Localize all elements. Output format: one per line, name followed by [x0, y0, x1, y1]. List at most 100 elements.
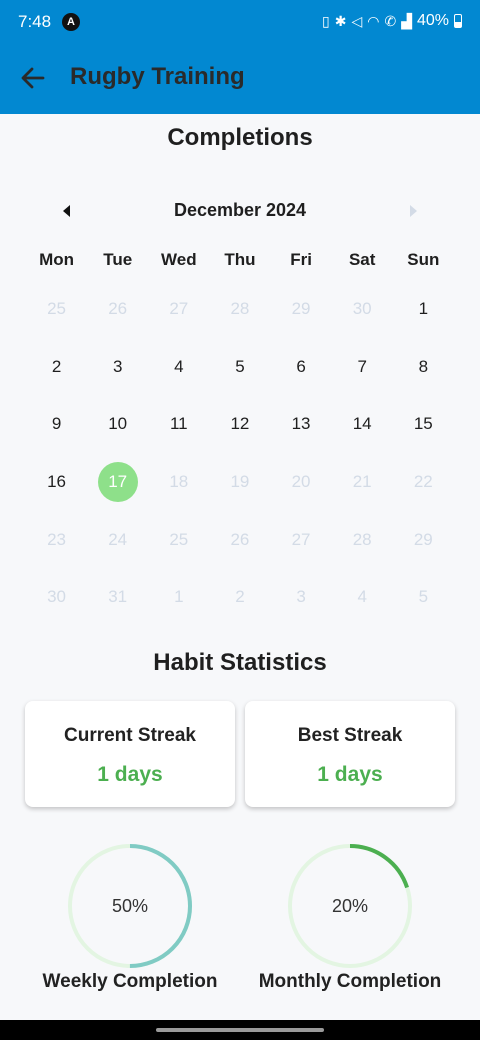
- monthly-percent: 20%: [331, 895, 369, 916]
- calendar-day[interactable]: 9: [26, 395, 87, 453]
- calendar-day-number: 13: [291, 414, 311, 434]
- calendar-day[interactable]: 12: [209, 395, 270, 453]
- calendar-day-number: 1: [418, 298, 429, 318]
- calendar-day-number: 8: [418, 356, 429, 376]
- calendar-day-today[interactable]: 17: [87, 453, 148, 511]
- calendar-day-number: 2: [51, 356, 62, 376]
- calendar-day[interactable]: 29: [271, 280, 332, 338]
- vibrate-icon: ▯: [322, 12, 330, 29]
- calendar-day[interactable]: 3: [87, 338, 148, 396]
- calendar-day-number: 11: [169, 414, 188, 434]
- calendar-day-number: 18: [169, 471, 189, 491]
- calendar-day[interactable]: 29: [393, 511, 454, 569]
- calendar-day[interactable]: 26: [87, 280, 148, 338]
- calendar-day[interactable]: 20: [271, 453, 332, 511]
- calendar-day-number: 1: [174, 587, 184, 607]
- calendar-day[interactable]: 19: [209, 453, 270, 511]
- calendar-day[interactable]: 30: [26, 568, 87, 626]
- calendar-day[interactable]: 4: [332, 568, 393, 626]
- calendar-week-row: 9 10 11 12 13 14 15: [26, 395, 454, 453]
- monthly-completion-ring: 20%: [286, 842, 414, 970]
- calendar-day-number: 3: [296, 587, 306, 607]
- calendar-day[interactable]: 4: [148, 338, 209, 396]
- calendar-day[interactable]: 1: [393, 280, 454, 338]
- calendar-day-number: 6: [296, 356, 306, 376]
- weekly-completion-ring: 50%: [66, 842, 194, 970]
- calendar-day[interactable]: 18: [148, 453, 209, 511]
- calendar-day[interactable]: 30: [332, 280, 393, 338]
- calendar-week-row: 2 3 4 5 6 7 8: [26, 338, 454, 396]
- calendar-day-number: 10: [108, 414, 128, 434]
- calendar-day[interactable]: 13: [271, 395, 332, 453]
- calendar-day-number: 26: [108, 298, 128, 318]
- calendar-grid: 25 26 27 28 29 30 1 2 3 4 5 6 7 8 9 10 11 12 13 14 15 16 17 18 1…: [26, 280, 454, 626]
- home-gesture-handle[interactable]: [156, 1028, 324, 1032]
- calendar-day[interactable]: 24: [87, 511, 148, 569]
- arrow-back-icon[interactable]: [14, 59, 52, 97]
- calendar-day[interactable]: 28: [332, 511, 393, 569]
- calendar-day-number: 27: [169, 298, 189, 318]
- weekday-label: Fri: [290, 250, 312, 269]
- calendar-day-number: 27: [291, 529, 311, 549]
- weekday-row: Mon Tue Wed Thu Fri Sat Sun: [26, 250, 454, 270]
- current-streak-value: 1 days: [97, 763, 163, 786]
- calendar-day-number: 4: [357, 587, 367, 607]
- chevron-right-icon[interactable]: [402, 200, 424, 222]
- status-time: 7:48: [18, 12, 52, 31]
- calendar-day[interactable]: 2: [209, 568, 270, 626]
- wifi-icon: ◠: [367, 12, 380, 29]
- calendar-week-row: 30 31 1 2 3 4 5: [26, 568, 454, 626]
- calendar-week-row: 25 26 27 28 29 30 1: [26, 280, 454, 338]
- calendar-day-number: 9: [51, 414, 62, 434]
- calendar-day[interactable]: 11: [148, 395, 209, 453]
- calendar-day-number: 19: [230, 471, 250, 491]
- calendar-day-number: 25: [47, 298, 67, 318]
- mute-icon: ◁: [351, 12, 363, 29]
- calendar-day[interactable]: 3: [271, 568, 332, 626]
- calendar-day-number: 29: [413, 529, 433, 549]
- calendar-day[interactable]: 8: [393, 338, 454, 396]
- calendar-day[interactable]: 10: [87, 395, 148, 453]
- calendar-day-number: 23: [47, 529, 67, 549]
- calendar-day[interactable]: 2: [26, 338, 87, 396]
- calendar-day-number: 25: [169, 529, 189, 549]
- calendar-day[interactable]: 27: [271, 511, 332, 569]
- calendar-day[interactable]: 15: [393, 395, 454, 453]
- system-nav-bar: [0, 1020, 480, 1040]
- page-title: Rugby Training: [70, 63, 245, 90]
- calendar-day[interactable]: 25: [148, 511, 209, 569]
- app-bar: Rugby Training: [0, 44, 480, 114]
- calendar-week-row: 16 17 18 19 20 21 22: [26, 453, 454, 511]
- calendar-day-number: 30: [47, 587, 67, 607]
- calendar-day[interactable]: 23: [26, 511, 87, 569]
- calendar-day[interactable]: 1: [148, 568, 209, 626]
- calendar-day-number: 12: [230, 414, 250, 434]
- calendar-day[interactable]: 28: [209, 280, 270, 338]
- weekly-completion-label: Weekly Completion: [42, 971, 218, 992]
- calendar-day-number: 22: [413, 471, 433, 491]
- calendar-day[interactable]: 7: [332, 338, 393, 396]
- calendar-day[interactable]: 31: [87, 568, 148, 626]
- calendar-day[interactable]: 14: [332, 395, 393, 453]
- calendar-day[interactable]: 6: [271, 338, 332, 396]
- calendar-day-number: 20: [291, 471, 311, 491]
- calendar-day-number: 4: [174, 356, 184, 376]
- current-streak-card: Current Streak 1 days: [25, 701, 235, 807]
- calendar-day[interactable]: 5: [209, 338, 270, 396]
- weekday-label: Thu: [224, 250, 256, 269]
- status-icons: ▯ ✱ ◁ ◠ ✆ ▟ 40%: [322, 12, 462, 30]
- calendar-day[interactable]: 26: [209, 511, 270, 569]
- calendar-day[interactable]: 25: [26, 280, 87, 338]
- completions-title: Completions: [167, 124, 313, 151]
- calendar-day[interactable]: 21: [332, 453, 393, 511]
- best-streak-label: Best Streak: [297, 725, 403, 746]
- weekday-label: Mon: [39, 250, 75, 269]
- battery-percent: 40%: [416, 12, 449, 29]
- calendar-day[interactable]: 5: [393, 568, 454, 626]
- calendar-day[interactable]: 22: [393, 453, 454, 511]
- weekday-label: Sat: [348, 250, 376, 269]
- weekday-label: Tue: [103, 250, 133, 269]
- calendar-day-number: 3: [112, 356, 123, 376]
- calendar-day[interactable]: 27: [148, 280, 209, 338]
- calendar-day[interactable]: 16: [26, 453, 87, 511]
